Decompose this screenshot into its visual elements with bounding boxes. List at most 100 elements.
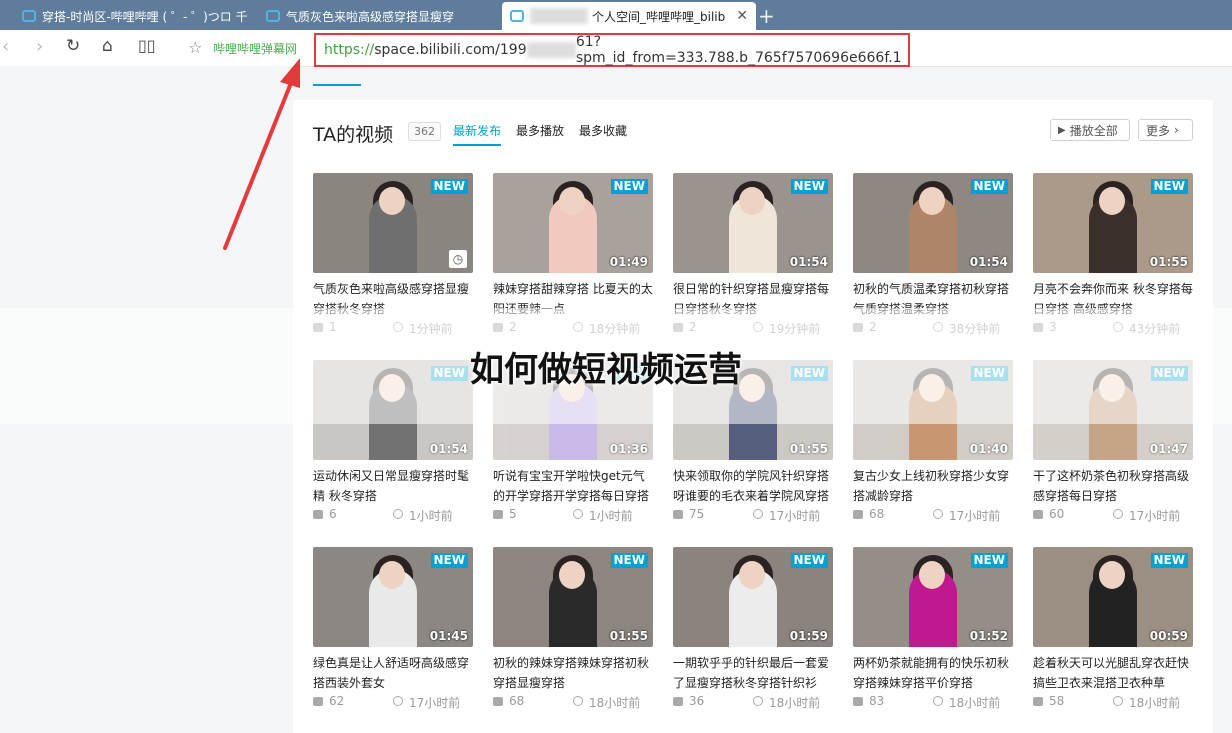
publish-time: 18小时前 bbox=[589, 696, 641, 710]
video-title[interactable]: 绿色真是让人舒适呀高级感穿搭西装外套女 bbox=[313, 653, 473, 693]
video-title[interactable]: 复古少女上线初秋穿搭少女穿搭减龄穿搭 bbox=[853, 466, 1013, 506]
clock-icon bbox=[573, 509, 583, 519]
star-icon[interactable]: ☆ bbox=[188, 38, 202, 57]
clock-icon bbox=[1113, 509, 1123, 519]
play-count-icon bbox=[673, 510, 683, 519]
video-meta: 60 17小时前 bbox=[1033, 507, 1193, 524]
new-badge: NEW bbox=[610, 553, 648, 568]
video-card[interactable]: NEW 01:45 绿色真是让人舒适呀高级感穿搭西装外套女 62 17小时前 bbox=[313, 547, 473, 711]
play-count: 83 bbox=[869, 694, 885, 708]
video-title[interactable]: 一期软乎乎的针织最后一套爱了显瘦穿搭秋冬穿搭针织衫 bbox=[673, 653, 833, 693]
play-count: 36 bbox=[689, 694, 705, 708]
publish-time: 17小时前 bbox=[949, 509, 1001, 523]
clock-icon bbox=[933, 696, 943, 706]
more-button[interactable]: 更多 › bbox=[1138, 119, 1193, 141]
play-count: 6 bbox=[329, 507, 337, 521]
play-count: 62 bbox=[329, 694, 345, 708]
video-title[interactable]: 听说有宝宝开学啦快get元气的开学穿搭开学穿搭每日穿搭 bbox=[493, 466, 653, 506]
video-duration: 01:55 bbox=[1149, 255, 1188, 269]
new-badge: NEW bbox=[970, 179, 1008, 194]
section-title: TA的视频 bbox=[313, 124, 394, 146]
video-card[interactable]: NEW 00:59 趁着秋天可以光腿乱穿衣赶快搞些卫衣来混搭卫衣种草 58 18… bbox=[1033, 547, 1193, 711]
url-scheme: https:// bbox=[324, 42, 375, 58]
video-meta: 75 17小时前 bbox=[673, 507, 833, 524]
tab-label: 气质灰色来啦高级感穿搭显瘦穿 bbox=[286, 9, 455, 24]
tab-bar: 穿搭-时尚区-哔哩哔哩 ( ゜- ゜)つロ 千 气质灰色来啦高级感穿搭显瘦穿 个… bbox=[0, 0, 1232, 30]
tab-label: 个人空间_哔哩哔哩_bilib bbox=[592, 9, 726, 24]
bookmark-bilibili[interactable]: 哔哩哔哩弹幕网 bbox=[213, 40, 297, 57]
video-count-badge: 362 bbox=[408, 122, 441, 141]
close-tab-icon[interactable]: ✕ bbox=[736, 8, 748, 24]
tab-fashion[interactable]: 穿搭-时尚区-哔哩哔哩 ( ゜- ゜)つロ 千 bbox=[0, 2, 272, 30]
video-duration: 01:36 bbox=[609, 442, 648, 456]
play-count-icon bbox=[493, 510, 503, 519]
video-thumbnail[interactable]: NEW 01:45 bbox=[313, 547, 473, 647]
publish-time: 18小时前 bbox=[769, 696, 821, 710]
video-duration: 01:52 bbox=[969, 629, 1008, 643]
play-count-icon bbox=[673, 697, 683, 706]
video-meta: 5 1小时前 bbox=[493, 507, 653, 524]
video-thumbnail[interactable]: NEW 01:52 bbox=[853, 547, 1013, 647]
new-badge: NEW bbox=[1150, 553, 1188, 568]
clock-icon bbox=[753, 509, 763, 519]
bilibili-tab-icon bbox=[266, 10, 280, 22]
video-title[interactable]: 干了这杯奶茶色初秋穿搭高级感穿搭每日穿搭 bbox=[1033, 466, 1193, 506]
video-title[interactable]: 趁着秋天可以光腿乱穿衣赶快搞些卫衣来混搭卫衣种草 bbox=[1033, 653, 1193, 693]
refresh-icon[interactable]: ↻ bbox=[66, 36, 80, 56]
publish-time: 18小时前 bbox=[949, 696, 1001, 710]
video-duration: 01:49 bbox=[609, 255, 648, 269]
url-suffix: 61?spm_id_from=333.788.b_765f7570696e666… bbox=[575, 34, 902, 66]
new-badge: NEW bbox=[790, 553, 828, 568]
video-thumbnail[interactable]: NEW 01:55 bbox=[493, 547, 653, 647]
video-thumbnail[interactable]: NEW 01:54 bbox=[673, 173, 833, 273]
watch-later-icon[interactable]: ◷ bbox=[449, 250, 467, 268]
play-all-button[interactable]: ▶ 播放全部 bbox=[1050, 119, 1130, 141]
video-title[interactable]: 初秋的辣妹穿搭辣妹穿搭初秋穿搭显瘦穿搭 bbox=[493, 653, 653, 693]
video-thumbnail[interactable]: NEW 01:49 bbox=[493, 173, 653, 273]
forward-icon[interactable]: › bbox=[36, 36, 43, 57]
reader-icon[interactable]: ▯▯ bbox=[138, 36, 156, 55]
video-title[interactable]: 两杯奶茶就能拥有的快乐初秋穿搭辣妹穿搭平价穿搭 bbox=[853, 653, 1013, 693]
video-thumbnail[interactable]: NEW 01:54 bbox=[853, 173, 1013, 273]
video-thumbnail[interactable]: NEW 01:59 bbox=[673, 547, 833, 647]
play-count-icon bbox=[313, 697, 323, 706]
overlay-caption: 如何做短视频运营 bbox=[470, 350, 742, 390]
sort-latest[interactable]: 最新发布 bbox=[453, 122, 502, 146]
video-meta: 58 18小时前 bbox=[1033, 694, 1193, 711]
play-count: 75 bbox=[689, 507, 705, 521]
video-card[interactable]: NEW 01:52 两杯奶茶就能拥有的快乐初秋穿搭辣妹穿搭平价穿搭 83 18小… bbox=[853, 547, 1013, 711]
video-card[interactable]: NEW 01:55 初秋的辣妹穿搭辣妹穿搭初秋穿搭显瘦穿搭 68 18小时前 bbox=[493, 547, 653, 711]
publish-time: 17小时前 bbox=[769, 509, 821, 523]
play-count-icon bbox=[493, 697, 503, 706]
new-badge: NEW bbox=[970, 553, 1008, 568]
video-meta: 83 18小时前 bbox=[853, 694, 1013, 711]
video-title[interactable]: 快来领取你的学院风针织穿搭呀谁要的毛衣来着学院风穿搭 bbox=[673, 466, 833, 506]
play-count: 68 bbox=[869, 507, 885, 521]
video-title[interactable]: 运动休闲又日常显瘦穿搭时髦精 秋冬穿搭 bbox=[313, 466, 473, 506]
play-count-icon bbox=[1033, 697, 1043, 706]
video-thumbnail[interactable]: NEW 00:59 bbox=[1033, 547, 1193, 647]
video-duration: 01:59 bbox=[789, 629, 828, 643]
publish-time: 1小时前 bbox=[589, 509, 633, 523]
sort-most-favorited[interactable]: 最多收藏 bbox=[579, 122, 627, 139]
tab-space[interactable]: 个人空间_哔哩哔哩_bilib ✕ bbox=[502, 2, 756, 30]
new-badge: NEW bbox=[610, 179, 648, 194]
video-card[interactable]: NEW 01:59 一期软乎乎的针织最后一套爱了显瘦穿搭秋冬穿搭针织衫 36 1… bbox=[673, 547, 833, 711]
new-tab-icon[interactable]: + bbox=[758, 4, 775, 28]
address-bar[interactable]: https:// space.bilibili.com/ 199 61?spm_… bbox=[314, 33, 910, 67]
video-duration: 00:59 bbox=[1149, 629, 1188, 643]
redacted-username bbox=[530, 8, 588, 24]
publish-time: 18小时前 bbox=[1129, 696, 1181, 710]
video-duration: 01:54 bbox=[789, 255, 828, 269]
video-thumbnail[interactable]: NEW 01:55 bbox=[1033, 173, 1193, 273]
publish-time: 17小时前 bbox=[1129, 509, 1181, 523]
tab-video[interactable]: 气质灰色来啦高级感穿搭显瘦穿 bbox=[262, 2, 486, 30]
sort-most-played[interactable]: 最多播放 bbox=[516, 122, 564, 139]
back-icon[interactable]: ‹ bbox=[2, 36, 9, 57]
home-icon[interactable]: ⌂ bbox=[102, 36, 113, 56]
clock-icon bbox=[393, 696, 403, 706]
video-thumbnail[interactable]: NEW ◷ bbox=[313, 173, 473, 273]
video-meta: 62 17小时前 bbox=[313, 694, 473, 711]
new-badge: NEW bbox=[430, 179, 468, 194]
video-meta: 68 17小时前 bbox=[853, 507, 1013, 524]
